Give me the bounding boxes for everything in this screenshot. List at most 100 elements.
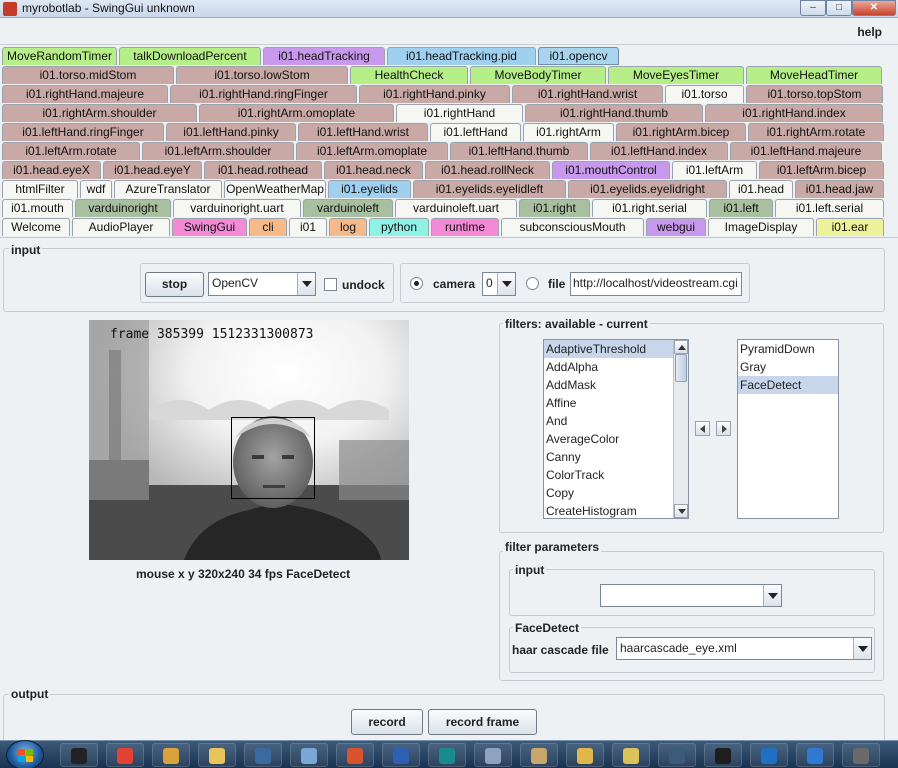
tab-python[interactable]: python <box>369 218 429 236</box>
tab-movebodytimer[interactable]: MoveBodyTimer <box>470 66 606 84</box>
remove-filter-button[interactable] <box>695 421 710 436</box>
available-filters-list[interactable]: AdaptiveThreshold AddAlpha AddMask Affine An… <box>543 339 689 519</box>
list-item[interactable]: ColorTrack <box>544 466 674 484</box>
tab-openweathermap[interactable]: OpenWeatherMap <box>224 180 326 198</box>
tab-i01-left[interactable]: i01.left <box>709 199 773 217</box>
record-frame-button[interactable]: record frame <box>428 709 537 735</box>
video-display[interactable]: frame 385399 1512331300873 <box>89 320 409 560</box>
tab-i01-eyelids[interactable]: i01.eyelids <box>328 180 411 198</box>
taskbar-window-button[interactable] <box>244 743 282 767</box>
tab-moverandomtimer[interactable]: MoveRandomTimer <box>2 47 117 65</box>
list-item[interactable]: PyramidDown <box>738 340 838 358</box>
scroll-down-icon[interactable] <box>674 504 688 518</box>
tab-talkdownloadpercent[interactable]: talkDownloadPercent <box>119 47 261 65</box>
list-item[interactable]: AdaptiveThreshold <box>544 340 674 358</box>
tab-i01-headtracking[interactable]: i01.headTracking <box>263 47 385 65</box>
tab-i01-lefthand-ringfinger[interactable]: i01.leftHand.ringFinger <box>2 123 164 141</box>
tab-i01-opencv[interactable]: i01.opencv <box>538 47 619 65</box>
list-item[interactable]: CreateHistogram <box>544 502 674 518</box>
taskbar-paint2-button[interactable] <box>566 743 604 767</box>
help-menu[interactable]: help <box>857 25 882 39</box>
tab-azuretranslator[interactable]: AzureTranslator <box>114 180 222 198</box>
taskbar-settings-button[interactable] <box>474 743 512 767</box>
tab-healthcheck[interactable]: HealthCheck <box>350 66 468 84</box>
taskbar-cmd-button[interactable] <box>60 743 98 767</box>
list-item[interactable]: Affine <box>544 394 674 412</box>
list-item[interactable]: FaceDetect <box>738 376 838 394</box>
tab-i01-head-eyey[interactable]: i01.head.eyeY <box>103 161 202 179</box>
tab-i01-lefthand[interactable]: i01.leftHand <box>430 123 521 141</box>
tab-i01-lefthand-index[interactable]: i01.leftHand.index <box>590 142 728 160</box>
tab-i01-head-eyex[interactable]: i01.head.eyeX <box>2 161 101 179</box>
tab-htmlfilter[interactable]: htmlFilter <box>2 180 78 198</box>
tab-i01-torso-lowstom[interactable]: i01.torso.lowStom <box>176 66 348 84</box>
tab-log[interactable]: log <box>329 218 367 236</box>
close-button[interactable]: ✕ <box>852 0 896 16</box>
tab-i01-head-rollneck[interactable]: i01.head.rollNeck <box>425 161 550 179</box>
taskbar-folder-button[interactable] <box>612 743 650 767</box>
tab-i01-leftarm-bicep[interactable]: i01.leftArm.bicep <box>759 161 884 179</box>
tab-i01-rightarm-shoulder[interactable]: i01.rightArm.shoulder <box>2 104 197 122</box>
tab-i01-righthand-majeure[interactable]: i01.rightHand.majeure <box>2 85 168 103</box>
maximize-button[interactable]: □ <box>826 0 852 16</box>
tab-i01-headtracking-pid[interactable]: i01.headTracking.pid <box>387 47 536 65</box>
tab-wdf[interactable]: wdf <box>80 180 112 198</box>
scroll-thumb[interactable] <box>675 354 687 382</box>
tab-moveheadtimer[interactable]: MoveHeadTimer <box>746 66 882 84</box>
tab-moveeyestimer[interactable]: MoveEyesTimer <box>608 66 744 84</box>
tab-i01-righthand-index[interactable]: i01.rightHand.index <box>705 104 883 122</box>
tab-i01-head-neck[interactable]: i01.head.neck <box>324 161 423 179</box>
cascade-select[interactable]: haarcascade_eye.xml <box>616 637 872 660</box>
tab-i01-righthand-ringfinger[interactable]: i01.rightHand.ringFinger <box>170 85 357 103</box>
start-button[interactable] <box>6 740 44 768</box>
taskbar-explorer-button[interactable] <box>198 743 236 767</box>
taskbar-binoculars-button[interactable] <box>382 743 420 767</box>
tab-i01-leftarm-rotate[interactable]: i01.leftArm.rotate <box>2 142 140 160</box>
list-item[interactable]: Gray <box>738 358 838 376</box>
tab-i01-leftarm[interactable]: i01.leftArm <box>672 161 757 179</box>
tab-i01-rightarm-bicep[interactable]: i01.rightArm.bicep <box>616 123 746 141</box>
taskbar-ie-button[interactable] <box>796 743 834 767</box>
list-item[interactable]: AddMask <box>544 376 674 394</box>
list-item[interactable]: AddAlpha <box>544 358 674 376</box>
tab-i01-eyelids-eyelidright[interactable]: i01.eyelids.eyelidright <box>568 180 727 198</box>
tab-varduinoleft-uart[interactable]: varduinoleft.uart <box>395 199 517 217</box>
stop-button[interactable]: stop <box>145 272 204 297</box>
list-item[interactable]: And <box>544 412 674 430</box>
list-item[interactable]: Copy <box>544 484 674 502</box>
available-filters-scrollbar[interactable] <box>673 340 688 518</box>
tab-welcome[interactable]: Welcome <box>2 218 70 236</box>
tab-i01-torso-topstom[interactable]: i01.torso.topStom <box>746 85 883 103</box>
tab-i01-righthand-wrist[interactable]: i01.rightHand.wrist <box>512 85 663 103</box>
add-filter-button[interactable] <box>716 421 731 436</box>
taskbar-tools-button[interactable] <box>152 743 190 767</box>
tab-imagedisplay[interactable]: ImageDisplay <box>708 218 814 236</box>
minimize-button[interactable]: – <box>800 0 826 16</box>
taskbar-recorder-button[interactable] <box>336 743 374 767</box>
file-url-input[interactable]: http://localhost/videostream.cgi <box>570 272 742 296</box>
grabber-select[interactable]: OpenCV <box>208 272 316 296</box>
tab-audioplayer[interactable]: AudioPlayer <box>72 218 170 236</box>
taskbar-arduino-button[interactable] <box>428 743 466 767</box>
tab-i01-lefthand-majeure[interactable]: i01.leftHand.majeure <box>730 142 882 160</box>
tab-i01-leftarm-omoplate[interactable]: i01.leftArm.omoplate <box>296 142 448 160</box>
tab-i01-right[interactable]: i01.right <box>519 199 590 217</box>
tab-i01-eyelids-eyelidleft[interactable]: i01.eyelids.eyelidleft <box>413 180 566 198</box>
tab-varduinoright[interactable]: varduinoright <box>75 199 171 217</box>
taskbar-paint-button[interactable] <box>290 743 328 767</box>
current-filters-list[interactable]: PyramidDown Gray FaceDetect <box>737 339 839 519</box>
tab-subconsciousmouth[interactable]: subconsciousMouth <box>501 218 644 236</box>
tab-cli[interactable]: cli <box>249 218 287 236</box>
tab-i01-ear[interactable]: i01.ear <box>816 218 884 236</box>
tab-i01-torso[interactable]: i01.torso <box>665 85 744 103</box>
scroll-up-icon[interactable] <box>674 340 688 354</box>
undock-checkbox[interactable] <box>324 278 337 291</box>
tab-i01[interactable]: i01 <box>289 218 327 236</box>
tab-i01-left-serial[interactable]: i01.left.serial <box>775 199 884 217</box>
tab-i01-leftarm-shoulder[interactable]: i01.leftArm.shoulder <box>142 142 294 160</box>
tab-swinggui[interactable]: SwingGui <box>172 218 247 236</box>
tab-i01-mouth[interactable]: i01.mouth <box>2 199 73 217</box>
tab-varduinoleft[interactable]: varduinoleft <box>303 199 393 217</box>
tab-i01-mouthcontrol[interactable]: i01.mouthControl <box>552 161 670 179</box>
parameter-input-select[interactable] <box>600 584 782 607</box>
